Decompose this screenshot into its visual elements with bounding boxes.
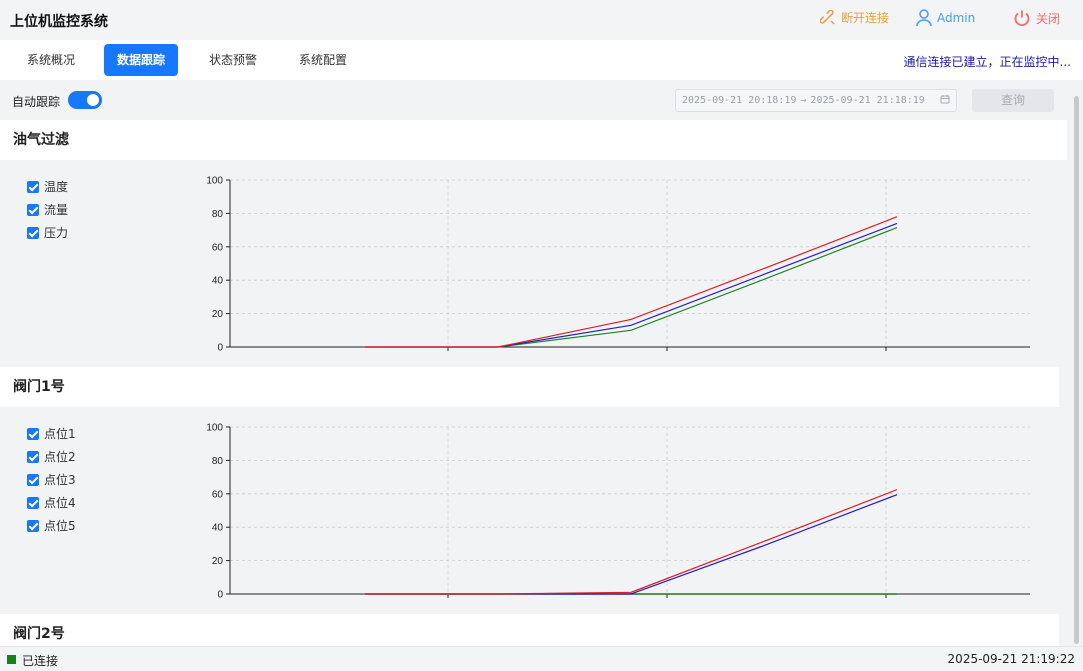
y-tick-label: 40 xyxy=(212,276,224,287)
legend-item[interactable]: 点位4 xyxy=(27,491,76,514)
legend-item[interactable]: 点位1 xyxy=(27,422,76,445)
series-line xyxy=(365,489,898,595)
legend-label: 点位3 xyxy=(44,473,76,487)
checkbox[interactable] xyxy=(27,427,39,440)
app-title: 上位机监控系统 xyxy=(10,14,108,30)
series-line xyxy=(365,222,898,348)
y-tick-label: 40 xyxy=(212,523,224,534)
legend-item[interactable]: 点位5 xyxy=(27,514,76,537)
y-tick-label: 80 xyxy=(212,456,224,467)
auto-track-switch[interactable] xyxy=(68,91,102,109)
legend-label: 点位5 xyxy=(44,519,76,533)
connection-status-text: 已连接 xyxy=(22,654,59,668)
checkbox[interactable] xyxy=(27,496,39,509)
power-icon xyxy=(1013,9,1031,27)
legend-label: 点位2 xyxy=(44,450,76,464)
calendar-icon xyxy=(940,94,950,107)
y-tick-label: 100 xyxy=(206,423,223,434)
range-separator: → xyxy=(800,95,807,106)
line-chart-oil-gas-filter: 0 20 40 60 80 100 xyxy=(206,176,1030,354)
checkbox[interactable] xyxy=(27,180,39,193)
query-button[interactable]: 查询 xyxy=(972,89,1054,112)
user-label: Admin xyxy=(937,11,976,25)
title-bar: 上位机监控系统 断开连接 Admin 关闭 xyxy=(0,0,1083,40)
nav-bar: 系统概况 数据跟踪 状态预警 系统配置 通信连接已建立，正在监控中... xyxy=(0,40,1083,80)
auto-track-label: 自动跟踪 xyxy=(12,95,61,109)
connection-status-indicator xyxy=(7,655,16,664)
legend-item[interactable]: 点位3 xyxy=(27,468,76,491)
disconnect-label: 断开连接 xyxy=(841,11,890,25)
tab-system-config[interactable]: 系统配置 xyxy=(286,44,360,76)
connection-message: 通信连接已建立，正在监控中... xyxy=(903,55,1071,69)
close-label: 关闭 xyxy=(1036,11,1061,26)
tab-data-tracking[interactable]: 数据跟踪 xyxy=(104,44,179,76)
checkbox[interactable] xyxy=(27,519,39,532)
legend-item[interactable]: 流量 xyxy=(27,198,68,221)
checkbox[interactable] xyxy=(27,226,39,239)
series-line xyxy=(365,227,898,348)
checkbox[interactable] xyxy=(27,450,39,463)
series-line xyxy=(365,216,898,348)
user-icon xyxy=(916,9,932,27)
y-tick-label: 0 xyxy=(217,343,223,354)
y-tick-label: 60 xyxy=(212,242,224,253)
legend-label: 压力 xyxy=(44,226,69,240)
y-tick-label: 100 xyxy=(206,176,223,187)
y-tick-label: 80 xyxy=(212,209,224,220)
y-tick-label: 60 xyxy=(212,489,224,500)
user-button[interactable]: Admin xyxy=(916,9,975,27)
checkbox[interactable] xyxy=(27,473,39,486)
legend-label: 温度 xyxy=(44,180,69,194)
legend-valve-1: 点位1 点位2 点位3 点位4 点位5 xyxy=(27,422,76,537)
legend-label: 点位4 xyxy=(44,496,76,510)
legend-label: 流量 xyxy=(44,203,69,217)
y-tick-label: 20 xyxy=(212,309,224,320)
section-title-valve-1: 阀门1号 xyxy=(0,367,1059,407)
range-end: 2025-09-21 21:18:19 xyxy=(810,95,925,106)
close-button[interactable]: 关闭 xyxy=(1013,9,1060,27)
tab-system-overview[interactable]: 系统概况 xyxy=(14,44,88,76)
series-line xyxy=(365,494,898,595)
disconnect-button[interactable]: 断开连接 xyxy=(820,9,889,26)
section-title-oil-gas-filter: 油气过滤 xyxy=(0,120,1067,160)
legend-item[interactable]: 点位2 xyxy=(27,445,76,468)
line-chart-valve-1: 0 20 40 60 80 100 xyxy=(206,423,1030,601)
legend-item[interactable]: 温度 xyxy=(27,175,68,198)
tab-status-warning[interactable]: 状态预警 xyxy=(196,44,270,76)
legend-oil-gas-filter: 温度 流量 压力 xyxy=(27,175,68,244)
vertical-scrollbar[interactable] xyxy=(1071,80,1083,646)
legend-item[interactable]: 压力 xyxy=(27,221,68,244)
status-datetime: 2025-09-21 21:19:22 xyxy=(947,652,1075,666)
unlink-icon xyxy=(820,9,836,26)
date-range-picker[interactable]: 2025-09-21 20:18:19 → 2025-09-21 21:18:1… xyxy=(675,89,957,112)
switch-knob xyxy=(87,94,99,106)
checkbox[interactable] xyxy=(27,203,39,216)
scrollbar-thumb[interactable] xyxy=(1074,96,1079,644)
legend-label: 点位1 xyxy=(44,427,76,441)
y-tick-label: 0 xyxy=(217,590,223,601)
section-title-valve-2: 阀门2号 xyxy=(0,614,1059,646)
range-start: 2025-09-21 20:18:19 xyxy=(682,95,797,106)
status-bar: 已连接 2025-09-21 21:19:22 xyxy=(0,646,1083,671)
y-tick-label: 20 xyxy=(212,556,224,567)
